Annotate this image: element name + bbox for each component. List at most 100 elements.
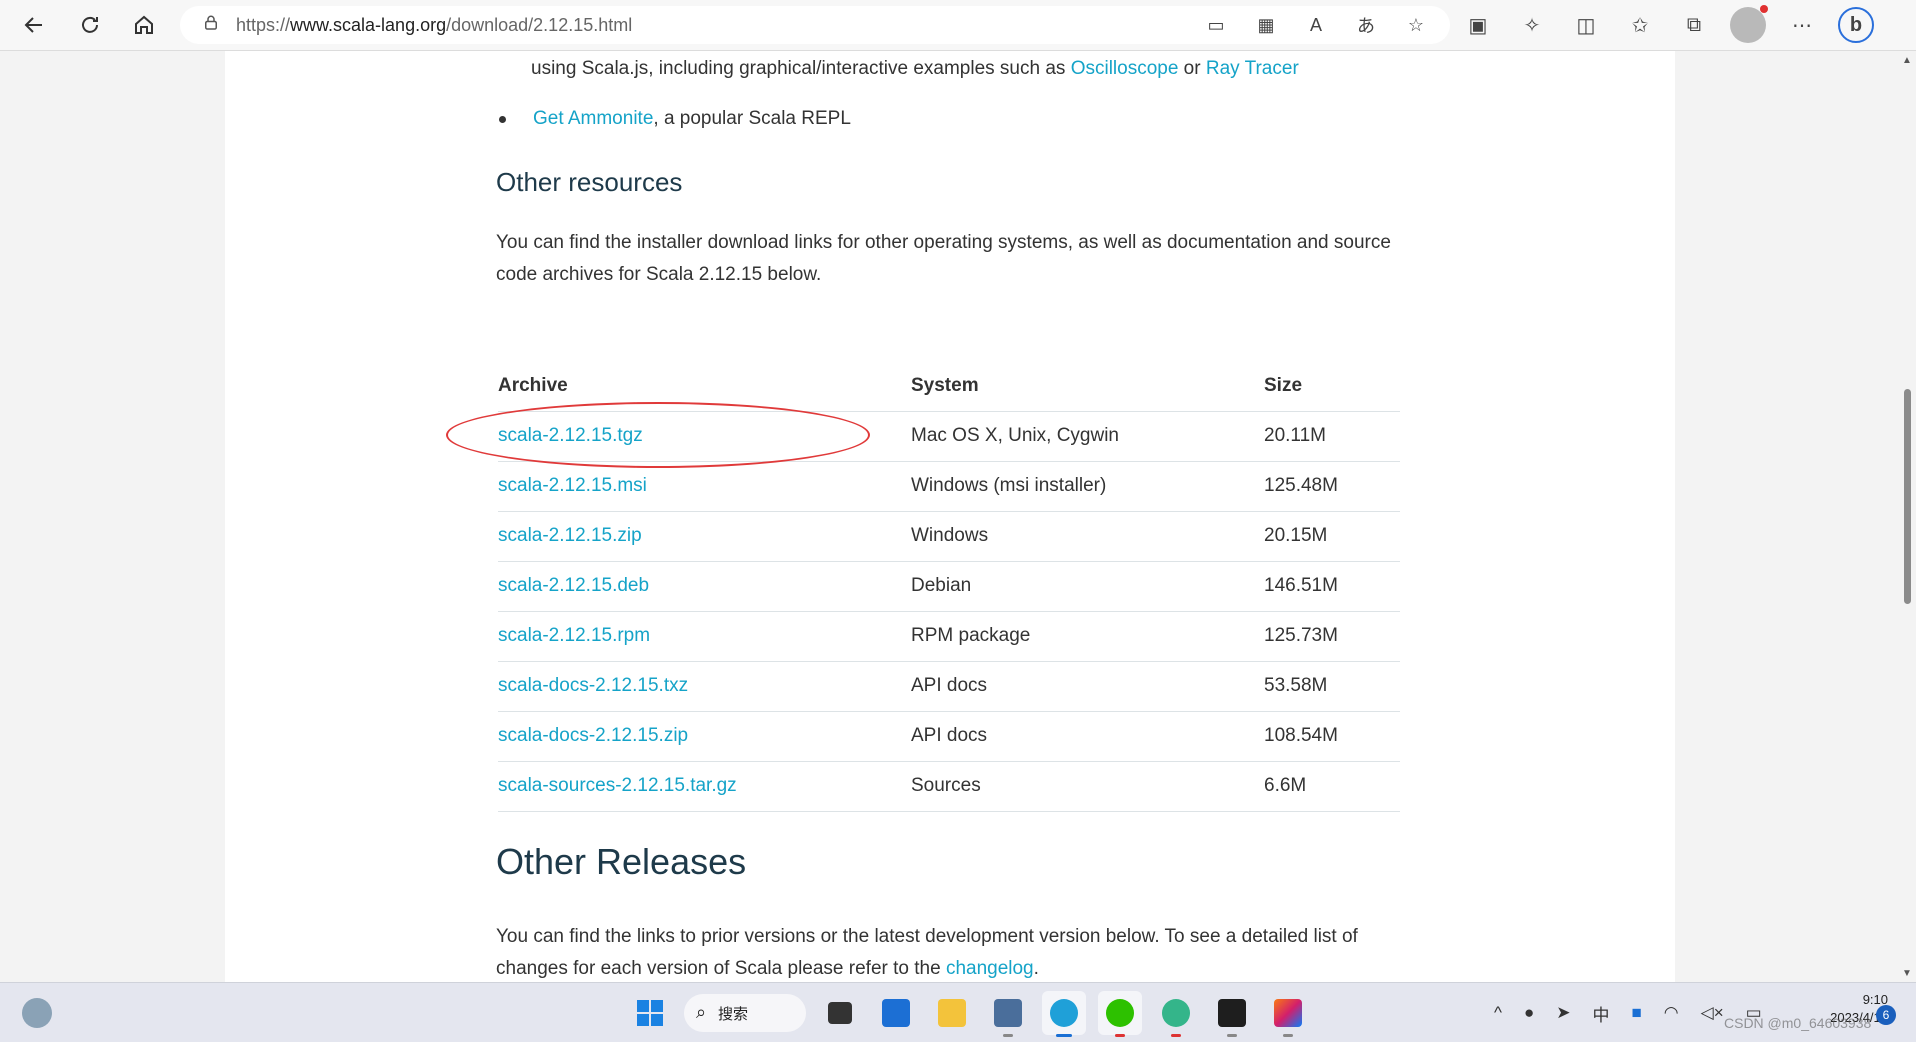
- table-row: scala-2.12.15.deb Debian 146.51M: [498, 561, 1400, 612]
- split-screen-icon[interactable]: ◫: [1568, 7, 1604, 43]
- ime-indicator[interactable]: 中: [1593, 1001, 1610, 1026]
- wifi-icon[interactable]: ◠: [1664, 1003, 1679, 1023]
- size-cell: 125.48M: [1264, 461, 1400, 512]
- archive-link[interactable]: scala-2.12.15.rpm: [498, 625, 650, 646]
- oscilloscope-link[interactable]: Oscilloscope: [1071, 58, 1179, 79]
- system-cell: Mac OS X, Unix, Cygwin: [911, 411, 1264, 462]
- header-archive: Archive: [498, 361, 911, 412]
- intellij-app[interactable]: [1266, 991, 1310, 1037]
- read-aloud-icon[interactable]: A: [1302, 11, 1330, 39]
- url-text: https://www.scala-lang.org/download/2.12…: [236, 14, 633, 35]
- task-view-button[interactable]: [818, 991, 862, 1035]
- notification-badge[interactable]: 6: [1876, 1005, 1896, 1025]
- start-button[interactable]: [628, 991, 672, 1035]
- list-item: using Scala.js, including graphical/inte…: [531, 53, 1431, 85]
- profile-button[interactable]: [1730, 5, 1768, 43]
- chevron-up-icon[interactable]: ^: [1494, 1003, 1502, 1023]
- bing-icon: b: [1838, 7, 1874, 43]
- windows-logo-icon: [637, 1000, 663, 1026]
- computer-app[interactable]: [986, 991, 1030, 1037]
- system-cell: RPM package: [911, 611, 1264, 662]
- running-indicator: [1115, 1034, 1125, 1037]
- widgets-icon[interactable]: [22, 998, 52, 1028]
- watermark-text: CSDN @m0_64603938: [1724, 1015, 1872, 1031]
- more-menu-icon[interactable]: ⋯: [1784, 7, 1820, 43]
- location-icon[interactable]: ➤: [1556, 1003, 1570, 1023]
- archive-link[interactable]: scala-2.12.15.deb: [498, 575, 649, 596]
- back-button[interactable]: [14, 5, 54, 45]
- system-tray: ^ ● ➤ 中 ■ ◠ ◁× ▭: [1494, 995, 1762, 1031]
- system-cell: API docs: [911, 711, 1264, 762]
- table-row: scala-2.12.15.rpm RPM package 125.73M: [498, 611, 1400, 662]
- clock-time: 9:10: [1862, 992, 1888, 1007]
- home-button[interactable]: [124, 5, 164, 45]
- address-bar[interactable]: https://www.scala-lang.org/download/2.12…: [180, 6, 1450, 44]
- system-cell: Debian: [911, 561, 1264, 612]
- size-cell: 146.51M: [1264, 561, 1400, 612]
- file-explorer-app[interactable]: [930, 991, 974, 1035]
- home-icon: [135, 15, 153, 34]
- chat-avatar-icon: [1162, 999, 1190, 1027]
- system-cell: Windows (msi installer): [911, 461, 1264, 512]
- archive-link[interactable]: scala-2.12.15.tgz: [498, 425, 643, 446]
- favorites-icon[interactable]: ✩: [1622, 7, 1658, 43]
- archive-link[interactable]: scala-docs-2.12.15.txz: [498, 675, 688, 696]
- bullet-dot: [499, 115, 506, 123]
- taskbar-apps: 搜索: [628, 991, 1310, 1037]
- archive-link[interactable]: scala-docs-2.12.15.zip: [498, 725, 688, 746]
- system-cell: Windows: [911, 511, 1264, 562]
- other-resources-heading: Other resources: [496, 167, 683, 197]
- avatar: [1730, 5, 1768, 43]
- folder-icon: [938, 999, 966, 1027]
- refresh-button[interactable]: [70, 5, 110, 45]
- size-cell: 6.6M: [1264, 761, 1400, 812]
- get-ammonite-link[interactable]: Get Ammonite: [533, 103, 653, 135]
- bing-button[interactable]: b: [1838, 7, 1874, 43]
- other-resources-text: You can find the installer download link…: [496, 232, 1391, 285]
- volume-muted-icon[interactable]: ◁×: [1701, 1003, 1724, 1023]
- system-cell: Sources: [911, 761, 1264, 812]
- size-cell: 20.15M: [1264, 511, 1400, 562]
- scroll-down-arrow-icon[interactable]: ▼: [1902, 968, 1912, 979]
- other-releases-text: You can find the links to prior versions…: [496, 921, 1406, 982]
- back-arrow-icon: [24, 17, 42, 33]
- list-item-text: using Scala.js, including graphical/inte…: [531, 58, 1071, 79]
- scroll-up-arrow-icon[interactable]: ▲: [1902, 55, 1912, 66]
- terminal-app[interactable]: [1210, 991, 1254, 1037]
- wechat-icon: [1106, 999, 1134, 1027]
- table-header-row: Archive System Size: [498, 361, 1400, 412]
- chat-app[interactable]: [1154, 991, 1198, 1037]
- add-favorite-icon[interactable]: ☆: [1402, 11, 1430, 39]
- extensions-icon[interactable]: ✧: [1514, 7, 1550, 43]
- system-cell: API docs: [911, 661, 1264, 712]
- running-indicator: [1003, 1034, 1013, 1037]
- store-app[interactable]: [874, 991, 918, 1035]
- browser-toolbar: https://www.scala-lang.org/download/2.12…: [0, 0, 1916, 51]
- table-row: scala-2.12.15.zip Windows 20.15M: [498, 511, 1400, 562]
- page-content: using Scala.js, including graphical/inte…: [225, 51, 1675, 982]
- collections-add-icon[interactable]: ⧉: [1676, 7, 1712, 43]
- archive-link[interactable]: scala-sources-2.12.15.tar.gz: [498, 775, 737, 796]
- taskbar-search[interactable]: 搜索: [684, 994, 806, 1032]
- translate-icon[interactable]: あ: [1352, 11, 1380, 39]
- computer-icon: [994, 999, 1022, 1027]
- running-indicator: [1056, 1034, 1072, 1037]
- archive-link[interactable]: scala-2.12.15.msi: [498, 475, 647, 496]
- extensions-grid-icon[interactable]: ▦: [1252, 11, 1280, 39]
- table-row: scala-docs-2.12.15.zip API docs 108.54M: [498, 711, 1400, 762]
- task-view-icon: [828, 1002, 852, 1024]
- edge-icon: [1050, 999, 1078, 1027]
- ray-tracer-link[interactable]: Ray Tracer: [1206, 58, 1299, 79]
- qq-icon[interactable]: ●: [1524, 1003, 1534, 1023]
- wechat-app[interactable]: [1098, 991, 1142, 1037]
- size-cell: 125.73M: [1264, 611, 1400, 662]
- vertical-scrollbar[interactable]: ▲ ▼: [1898, 51, 1916, 982]
- app-tray-icon[interactable]: ■: [1632, 1003, 1642, 1023]
- collections-icon[interactable]: ▣: [1460, 7, 1496, 43]
- scroll-thumb[interactable]: [1904, 389, 1911, 604]
- table-row: scala-2.12.15.tgz Mac OS X, Unix, Cygwin 2…: [498, 411, 1400, 462]
- edge-app[interactable]: [1042, 991, 1086, 1037]
- app-available-icon[interactable]: ▭: [1202, 11, 1230, 39]
- archive-link[interactable]: scala-2.12.15.zip: [498, 525, 642, 546]
- changelog-link[interactable]: changelog: [946, 958, 1034, 979]
